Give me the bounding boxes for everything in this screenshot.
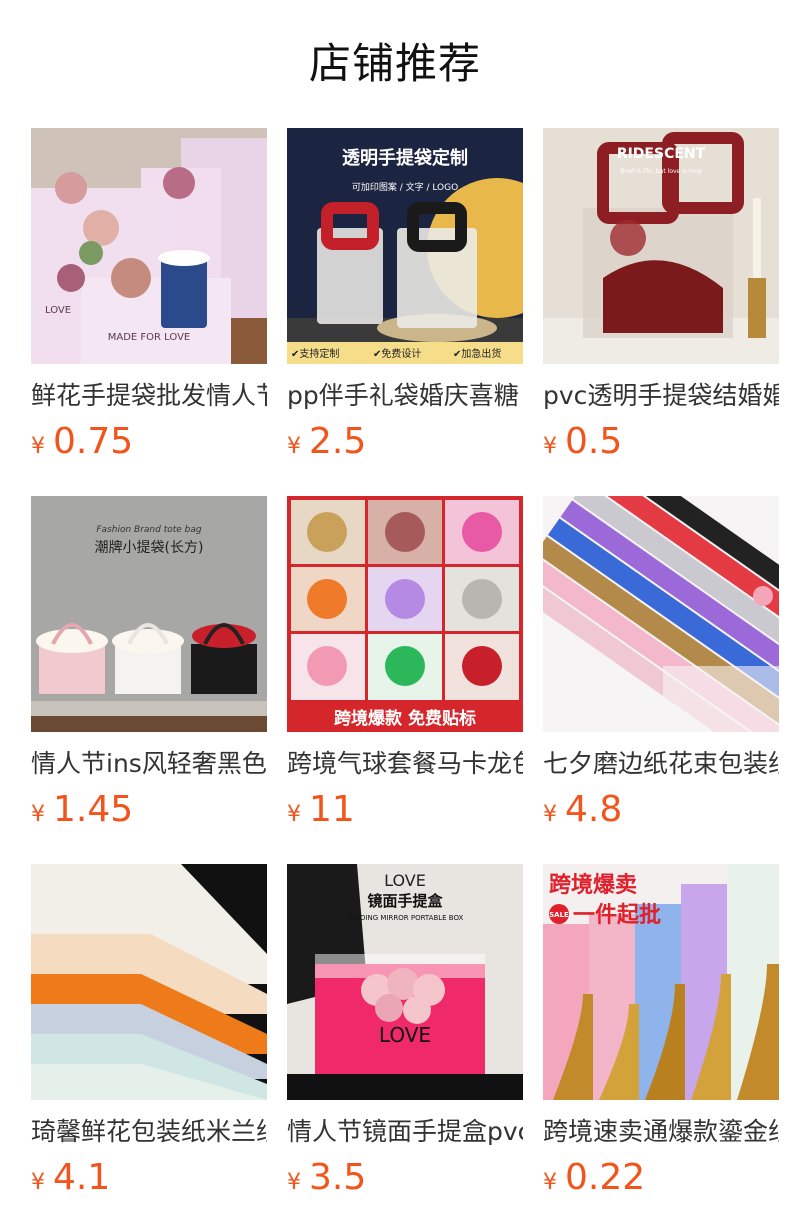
product-card[interactable]: LOVE 镜面手提盒 FOLDING MIRROR PORTABLE BOX L… xyxy=(287,864,523,1232)
product-image-art: 跨境爆款 免费贴标 xyxy=(287,496,523,732)
price-value: 11 xyxy=(309,789,355,830)
product-name[interactable]: 跨境气球套餐马卡龙色 xyxy=(287,746,523,782)
product-card[interactable]: MADE FOR LOVE LOVE 鲜花手提袋批发情人节 ¥0.75 xyxy=(31,128,267,496)
currency-symbol: ¥ xyxy=(543,802,557,827)
image-text: FOLDING MIRROR PORTABLE BOX xyxy=(347,914,464,922)
price-value: 0.75 xyxy=(53,421,134,462)
product-card[interactable]: Fashion Brand tote bag 潮牌小提袋(长方) 情人节ins风… xyxy=(31,496,267,864)
image-text: 透明手提袋定制 xyxy=(342,147,468,169)
image-text: 镜面手提盒 xyxy=(367,892,443,910)
product-image[interactable]: LOVE 镜面手提盒 FOLDING MIRROR PORTABLE BOX L… xyxy=(287,864,523,1100)
image-text: LOVE xyxy=(45,305,71,316)
price-value: 1.45 xyxy=(53,789,134,830)
product-image-art: LOVE 镜面手提盒 FOLDING MIRROR PORTABLE BOX L… xyxy=(287,864,523,1100)
currency-symbol: ¥ xyxy=(287,434,301,459)
currency-symbol: ¥ xyxy=(287,802,301,827)
product-name[interactable]: pp伴手礼袋婚庆喜糖 xyxy=(287,378,523,414)
image-text: Fashion Brand tote bag xyxy=(96,525,202,535)
product-card[interactable]: RIDESCENT Brief is life, but love is lon… xyxy=(543,128,779,496)
price-value: 4.1 xyxy=(53,1157,111,1198)
product-name[interactable]: pvc透明手提袋结婚婚 xyxy=(543,378,779,414)
product-price: ¥11 xyxy=(287,786,523,834)
price-value: 2.5 xyxy=(309,421,367,462)
product-card[interactable]: 七夕磨边纸花束包装纸 ¥4.8 xyxy=(543,496,779,864)
image-text: ✔支持定制 xyxy=(291,347,339,360)
product-price: ¥4.1 xyxy=(31,1154,267,1202)
product-image[interactable] xyxy=(31,864,267,1100)
product-image[interactable]: 跨境爆卖 SALE 一件起批 xyxy=(543,864,779,1100)
currency-symbol: ¥ xyxy=(543,434,557,459)
product-image[interactable]: 透明手提袋定制 可加印图案 / 文字 / LOGO ✔支持定制 ✔免费设计 ✔加… xyxy=(287,128,523,364)
product-card[interactable]: 透明手提袋定制 可加印图案 / 文字 / LOGO ✔支持定制 ✔免费设计 ✔加… xyxy=(287,128,523,496)
currency-symbol: ¥ xyxy=(287,1170,301,1195)
image-text: 跨境爆卖 xyxy=(549,872,637,898)
product-name[interactable]: 琦馨鲜花包装纸米兰纸 xyxy=(31,1114,267,1150)
product-card[interactable]: 跨境爆款 免费贴标 跨境气球套餐马卡龙色 ¥11 xyxy=(287,496,523,864)
product-image-art: MADE FOR LOVE LOVE xyxy=(31,128,267,364)
image-text: MADE FOR LOVE xyxy=(108,332,191,343)
image-text: Brief is life, but love is long xyxy=(620,168,702,175)
currency-symbol: ¥ xyxy=(31,434,45,459)
product-name[interactable]: 七夕磨边纸花束包装纸 xyxy=(543,746,779,782)
product-price: ¥1.45 xyxy=(31,786,267,834)
product-image[interactable] xyxy=(543,496,779,732)
image-text: 潮牌小提袋(长方) xyxy=(95,539,204,556)
product-image-art xyxy=(31,864,267,1100)
price-value: 3.5 xyxy=(309,1157,367,1198)
image-text: RIDESCENT xyxy=(617,146,706,162)
product-name[interactable]: 鲜花手提袋批发情人节 xyxy=(31,378,267,414)
product-image[interactable]: 跨境爆款 免费贴标 xyxy=(287,496,523,732)
product-price: ¥0.22 xyxy=(543,1154,779,1202)
image-text: 可加印图案 / 文字 / LOGO xyxy=(352,181,458,193)
product-image[interactable]: RIDESCENT Brief is life, but love is lon… xyxy=(543,128,779,364)
product-price: ¥0.75 xyxy=(31,418,267,466)
currency-symbol: ¥ xyxy=(543,1170,557,1195)
image-text: LOVE xyxy=(379,1023,431,1047)
image-text: SALE xyxy=(549,911,569,919)
product-price: ¥3.5 xyxy=(287,1154,523,1202)
product-name[interactable]: 情人节ins风轻奢黑色 xyxy=(31,746,267,782)
image-text: ✔加急出货 xyxy=(453,347,501,360)
page-title: 店铺推荐 xyxy=(308,39,481,88)
product-price: ¥0.5 xyxy=(543,418,779,466)
price-value: 4.8 xyxy=(565,789,623,830)
product-image[interactable]: Fashion Brand tote bag 潮牌小提袋(长方) xyxy=(31,496,267,732)
product-image-art xyxy=(543,496,779,732)
price-value: 0.22 xyxy=(565,1157,646,1198)
image-text: LOVE xyxy=(384,871,426,890)
product-image-art: 透明手提袋定制 可加印图案 / 文字 / LOGO ✔支持定制 ✔免费设计 ✔加… xyxy=(287,128,523,364)
price-value: 0.5 xyxy=(565,421,623,462)
product-name[interactable]: 跨境速卖通爆款鎏金纸 xyxy=(543,1114,779,1150)
image-text: 跨境爆款 免费贴标 xyxy=(334,708,476,729)
product-price: ¥4.8 xyxy=(543,786,779,834)
product-grid: MADE FOR LOVE LOVE 鲜花手提袋批发情人节 ¥0.75 透明手提… xyxy=(31,128,779,1232)
product-image-art: RIDESCENT Brief is life, but love is lon… xyxy=(543,128,779,364)
product-image-art: 跨境爆卖 SALE 一件起批 xyxy=(543,864,779,1100)
currency-symbol: ¥ xyxy=(31,1170,45,1195)
image-text: 一件起批 xyxy=(573,903,661,928)
image-text: ✔免费设计 xyxy=(373,347,421,360)
currency-symbol: ¥ xyxy=(31,802,45,827)
product-image-art: Fashion Brand tote bag 潮牌小提袋(长方) xyxy=(31,496,267,732)
product-name[interactable]: 情人节镜面手提盒pvc xyxy=(287,1114,523,1150)
product-image[interactable]: MADE FOR LOVE LOVE xyxy=(31,128,267,364)
product-card[interactable]: 跨境爆卖 SALE 一件起批 跨境速卖通爆款鎏金纸 ¥0.22 xyxy=(543,864,779,1232)
product-card[interactable]: 琦馨鲜花包装纸米兰纸 ¥4.1 xyxy=(31,864,267,1232)
product-price: ¥2.5 xyxy=(287,418,523,466)
